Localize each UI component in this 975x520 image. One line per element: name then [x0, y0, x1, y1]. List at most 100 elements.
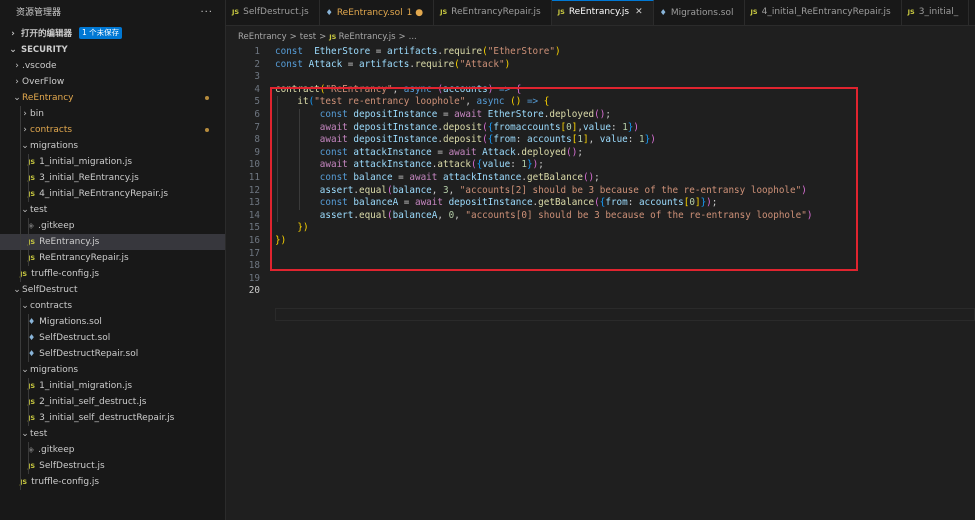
tree-item[interactable]: ♦ SelfDestructRepair.sol [0, 346, 225, 362]
editor-tab[interactable]: JS SelfDestruct.js [226, 0, 320, 25]
tree-item[interactable]: ⌄migrations [0, 362, 225, 378]
line-number: 11 [248, 172, 260, 183]
tree-item[interactable]: JS truffle-config.js [0, 266, 225, 282]
code-line[interactable]: 10 await attackInstance.attack({value: 1… [226, 159, 975, 172]
line-number: 3 [254, 71, 260, 83]
indent-guide [28, 314, 29, 330]
tree-item[interactable]: JS 3_initial_ReEntrancy.js [0, 170, 225, 186]
code-line[interactable]: 18 [226, 260, 975, 273]
code-line[interactable]: 8 await depositInstance.deposit({from: a… [226, 134, 975, 147]
tree-item[interactable]: ⌄ReEntrancy [0, 90, 225, 106]
code-line[interactable]: 20 [226, 285, 975, 298]
javascript-file-icon: JS [28, 382, 36, 390]
breadcrumb-item[interactable]: test [300, 32, 316, 42]
javascript-file-icon: JS [20, 270, 28, 278]
editor-tab[interactable]: JS 4_initial_ReEntrancyRepair.js [745, 0, 902, 25]
tree-item[interactable]: ⌄contracts [0, 298, 225, 314]
editor-tab[interactable]: ♦ ReEntrancy.sol 1 ● [320, 0, 435, 25]
tree-item-label: 4_initial_ReEntrancyRepair.js [39, 189, 169, 199]
line-text: assert.equal(balanceA, 0, "accounts[0] s… [319, 209, 813, 221]
tree-item[interactable]: JS 1_initial_migration.js [0, 154, 225, 170]
tree-item[interactable]: ⌄migrations [0, 138, 225, 154]
code-line[interactable]: 14 assert.equal(balanceA, 0, "accounts[0… [226, 210, 975, 223]
tree-item-label: .gitkeep [38, 445, 75, 455]
code-editor[interactable]: 1 const EtherStore = artifacts.require("E… [226, 44, 975, 520]
indent-guide [20, 442, 21, 458]
line-text: const balance = await attackInstance.get… [319, 172, 600, 183]
tree-item[interactable]: ⌄test [0, 202, 225, 218]
indent-guide [20, 330, 21, 346]
tree-item[interactable]: JS ReEntrancy.js [0, 234, 225, 250]
solidity-file-icon: ♦ [325, 8, 333, 17]
modified-dot-icon [205, 96, 209, 100]
editor-tab[interactable]: ♦ Migrations.sol [654, 0, 745, 25]
tree-item[interactable]: ◈ .gitkeep [0, 218, 225, 234]
close-icon[interactable]: ✕ [635, 7, 643, 17]
javascript-file-icon: JS [28, 190, 36, 198]
line-number: 14 [248, 209, 260, 221]
tree-item[interactable]: JS 2_initial_self_destruct.js [0, 394, 225, 410]
javascript-file-icon: JS [440, 8, 448, 16]
indent-guide [28, 186, 29, 202]
code-line[interactable]: 12 assert.equal(balance, 3, "accounts[2]… [226, 185, 975, 198]
line-number: 5 [254, 96, 260, 108]
tree-item[interactable]: JS truffle-config.js [0, 474, 225, 490]
line-number: 7 [254, 121, 260, 133]
code-line[interactable]: 11 const balance = await attackInstance.… [226, 172, 975, 185]
tree-item[interactable]: ⌄SelfDestruct [0, 282, 225, 298]
tree-item[interactable]: ◈ .gitkeep [0, 442, 225, 458]
code-line[interactable]: 5 it("test re-entrancy loophole", async … [226, 96, 975, 109]
breadcrumb-item[interactable]: ... [409, 32, 417, 42]
open-editors-section[interactable]: › 打开的编辑器 1 个未保存 [0, 26, 225, 42]
indent-guide [20, 394, 21, 410]
tree-item[interactable]: › bin [0, 106, 225, 122]
tree-item[interactable]: JS 3_initial_self_destructRepair.js [0, 410, 225, 426]
unsaved-badge: 1 个未保存 [78, 27, 123, 39]
tree-item[interactable]: JS SelfDestruct.js [0, 458, 225, 474]
tree-item[interactable]: › OverFlow [0, 74, 225, 90]
code-line[interactable]: 16}) [226, 235, 975, 248]
code-line[interactable]: 3 [226, 71, 975, 84]
tree-item[interactable]: ♦ SelfDestruct.sol [0, 330, 225, 346]
indent-guide [28, 170, 29, 186]
breadcrumb: ReEntrancy > test > JS ReEntrancy.js >... [238, 30, 417, 44]
code-line[interactable]: 4 contract("ReEntrancy", async (accounts)… [226, 84, 975, 97]
indent-guide [20, 202, 21, 218]
code-line[interactable]: 15 }) [226, 222, 975, 235]
line-number: 1 [254, 46, 260, 57]
tree-item[interactable]: ♦ Migrations.sol [0, 314, 225, 330]
breadcrumb-item[interactable]: ReEntrancy [238, 32, 287, 42]
explorer-sidebar: 资源管理器 ··· › 打开的编辑器 1 个未保存 ⌄ SECURITY › .v… [0, 0, 226, 520]
tree-item-label: SelfDestruct.sol [39, 333, 111, 343]
tree-item[interactable]: JS 4_initial_ReEntrancyRepair.js [0, 186, 225, 202]
javascript-file-icon: JS [28, 398, 36, 406]
editor-tab[interactable]: JS ReEntrancy.js ✕ [551, 0, 654, 25]
more-actions-icon[interactable]: ··· [200, 0, 213, 26]
code-line[interactable]: 9 const attackInstance = await Attack.de… [226, 147, 975, 160]
tree-item[interactable]: ⌄test [0, 426, 225, 442]
tree-item[interactable]: JS ReEntrancyRepair.js [0, 250, 225, 266]
editor-tab[interactable]: JS ReEntrancyRepair.js [434, 0, 552, 25]
tree-item[interactable]: › contracts [0, 122, 225, 138]
code-line[interactable]: 7 await depositInstance.deposit({fromacc… [226, 122, 975, 135]
workspace-root[interactable]: ⌄ SECURITY [0, 42, 225, 58]
breadcrumb-item[interactable]: ReEntrancy.js [339, 32, 396, 42]
tree-item[interactable]: › .vscode [0, 58, 225, 74]
code-line[interactable]: 2 const Attack = artifacts.require("Attac… [226, 59, 975, 72]
code-line[interactable]: 19 [226, 273, 975, 286]
file-tree: › .vscode › OverFlow ⌄ReEntrancy › bin › contrac… [0, 58, 225, 490]
code-line[interactable]: 1 const EtherStore = artifacts.require("E… [226, 46, 975, 59]
editor-tabs: JS SelfDestruct.js ♦ ReEntrancy.sol 1 ● JS ReE… [226, 0, 975, 26]
editor-tab[interactable]: JS 3_initial_ [902, 0, 970, 25]
indent-guide [20, 106, 21, 122]
code-line[interactable]: 13 const balanceA = await depositInstanc… [226, 197, 975, 210]
code-line[interactable]: 17 [226, 248, 975, 261]
code-line[interactable]: 6 const depositInstance = await EtherSto… [226, 109, 975, 122]
tree-item-label: migrations [30, 365, 79, 375]
javascript-file-icon: JS [907, 8, 915, 16]
current-line-highlight [275, 308, 975, 321]
tab-label: 3_initial_ [918, 7, 959, 17]
tree-item[interactable]: JS 1_initial_migration.js [0, 378, 225, 394]
indent-guide [20, 378, 21, 394]
javascript-file-icon: JS [28, 254, 36, 262]
